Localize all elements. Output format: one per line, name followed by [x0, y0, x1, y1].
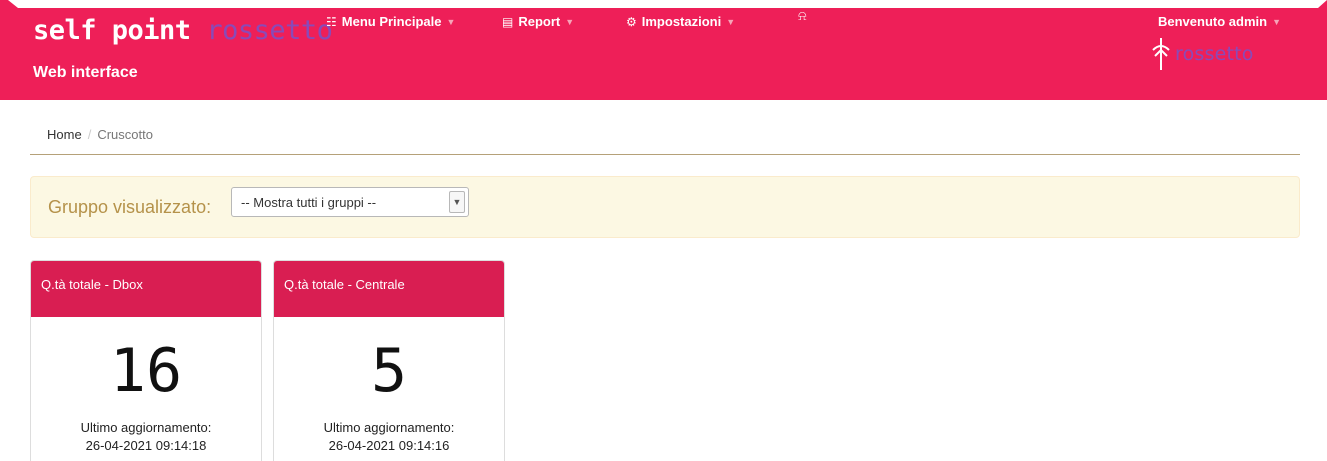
user-menu[interactable]: Benvenuto admin ▼: [1158, 14, 1281, 29]
card-updated: Ultimo aggiornamento: 26-04-2021 09:14:1…: [31, 419, 261, 455]
caret-down-icon: ▼: [565, 16, 575, 27]
chart-icon: ▤: [502, 14, 514, 29]
bell-icon[interactable]: ⍾: [798, 8, 807, 24]
brand-primary: self point: [33, 15, 191, 46]
logo-text: rossetto: [1175, 43, 1254, 65]
card-updated: Ultimo aggiornamento: 26-04-2021 09:14:1…: [274, 419, 504, 455]
nav-label: Menu Principale: [341, 14, 442, 29]
caret-down-icon: ▼: [446, 16, 456, 27]
card-title: Q.tà totale - Dbox: [31, 261, 261, 317]
group-select[interactable]: -- Mostra tutti i gruppi -- ▼: [231, 187, 469, 217]
group-filter-panel: Gruppo visualizzato: -- Mostra tutti i g…: [30, 176, 1300, 238]
nav-report[interactable]: ▤ Report ▼: [502, 14, 574, 29]
stat-card-dbox: Q.tà totale - Dbox 16 Ultimo aggiornamen…: [30, 260, 262, 461]
card-updated-time: 26-04-2021 09:14:18: [85, 438, 207, 453]
brand-accent: rossetto: [206, 15, 333, 46]
gear-icon: ⚙: [626, 14, 637, 29]
caret-down-icon: ▼: [1272, 16, 1281, 27]
sitemap-icon: ☷: [326, 14, 337, 29]
card-updated-time: 26-04-2021 09:14:16: [328, 438, 450, 453]
brand-subtitle: Web interface: [33, 64, 138, 81]
nav-label: Report: [518, 14, 561, 29]
breadcrumb: Home / Cruscotto: [47, 127, 153, 142]
company-logo: rossetto: [1150, 36, 1254, 72]
nav-label: Impostazioni: [641, 14, 722, 29]
card-title: Q.tà totale - Centrale: [274, 261, 504, 317]
card-value: 16: [109, 336, 183, 406]
chevron-down-icon: ▼: [449, 191, 465, 213]
group-filter-label: Gruppo visualizzato:: [48, 197, 212, 217]
brand-logo[interactable]: self point rossetto: [33, 14, 333, 48]
card-value: 5: [370, 336, 408, 406]
top-navbar: self point rossetto Web interface ☷ Menu…: [0, 0, 1327, 100]
group-select-value: -- Mostra tutti i gruppi --: [241, 194, 377, 210]
nav-menu-principale[interactable]: ☷ Menu Principale ▼: [326, 14, 455, 29]
card-updated-label: Ultimo aggiornamento:: [80, 420, 212, 435]
card-updated-label: Ultimo aggiornamento:: [323, 420, 455, 435]
breadcrumb-home[interactable]: Home: [47, 127, 82, 142]
breadcrumb-current: Cruscotto: [97, 127, 153, 142]
caret-down-icon: ▼: [726, 16, 736, 27]
rossetto-mark-icon: [1152, 38, 1170, 70]
stat-card-centrale: Q.tà totale - Centrale 5 Ultimo aggiorna…: [273, 260, 505, 461]
breadcrumb-divider: [30, 154, 1300, 155]
breadcrumb-separator: /: [87, 127, 92, 142]
user-greeting: Benvenuto admin: [1158, 14, 1268, 29]
nav-impostazioni[interactable]: ⚙ Impostazioni ▼: [626, 14, 735, 29]
